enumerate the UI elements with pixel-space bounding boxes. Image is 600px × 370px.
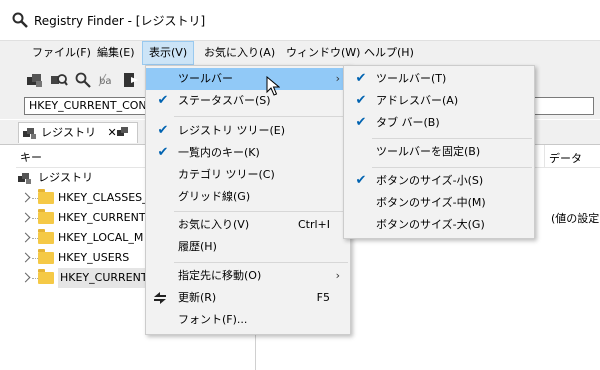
submenu-item-addressbar[interactable]: ✔ アドレスバー(A) — [344, 90, 534, 112]
menu-item-favorites[interactable]: お気に入り(V) Ctrl+I — [146, 214, 350, 236]
folder-icon — [38, 229, 54, 244]
expand-chevron-icon[interactable] — [20, 212, 31, 223]
replace-icon[interactable]: ba — [98, 71, 116, 89]
tab-close-icon[interactable]: ✕ — [108, 126, 117, 139]
find-registry-icon[interactable] — [50, 71, 68, 89]
tree-item-label: HKEY_CURRENT — [58, 268, 150, 288]
menu-item-statusbar[interactable]: ✔ ステータスバー(S) — [146, 90, 350, 112]
registry-icon[interactable] — [26, 71, 44, 89]
menu-favorites[interactable]: お気に入り(A) — [198, 41, 281, 65]
expand-chevron-icon[interactable] — [20, 252, 31, 263]
submenu-arrow-icon: › — [335, 72, 340, 85]
registry-root-icon — [18, 173, 31, 184]
search-icon[interactable] — [74, 71, 92, 89]
tab-label: レジストリ — [41, 126, 96, 139]
export-icon[interactable] — [122, 71, 140, 89]
submenu-item-button-medium[interactable]: ボタンのサイズ-中(M) — [344, 192, 534, 214]
menu-separator — [174, 211, 348, 212]
menu-item-keys-in-list[interactable]: ✔ 一覧内のキー(K) — [146, 142, 350, 164]
submenu-item-button-small[interactable]: ✔ ボタンのサイズ-小(S) — [344, 170, 534, 192]
check-icon: ✔ — [355, 115, 367, 130]
submenu-item-lock-toolbar[interactable]: ツールバーを固定(B) — [344, 141, 534, 163]
magnifier-app-icon — [12, 12, 28, 28]
tree-item-label: HKEY_LOCAL_M — [58, 231, 144, 244]
menu-separator — [174, 262, 348, 263]
expand-chevron-icon[interactable] — [20, 272, 31, 283]
value-default-text: (値の設定 — [551, 212, 600, 225]
view-menu: ツールバー › ✔ ステータスバー(S) ✔ レジストリ ツリー(E) ✔ 一覧… — [145, 65, 351, 335]
tree-item-label: HKEY_USERS — [58, 251, 130, 264]
menu-bar: ファイル(F) 編集(E) 表示(V) お気に入り(A) ウィンドウ(W) ヘル… — [0, 41, 600, 65]
menu-item-font[interactable]: フォント(F)... — [146, 309, 350, 331]
menu-view[interactable]: 表示(V) — [142, 41, 195, 65]
submenu-item-tabbar[interactable]: ✔ タブ バー(B) — [344, 112, 534, 134]
menu-item-history[interactable]: 履歴(H) — [146, 236, 350, 258]
menu-separator — [372, 138, 532, 139]
menu-window[interactable]: ウィンドウ(W) — [280, 41, 366, 65]
tree-item-label: HKEY_CLASSES_ — [58, 191, 148, 204]
menu-item-toolbar[interactable]: ツールバー › — [146, 68, 350, 90]
menu-file[interactable]: ファイル(F) — [26, 41, 97, 65]
expand-chevron-icon[interactable] — [20, 232, 31, 243]
submenu-item-toolbar[interactable]: ✔ ツールバー(T) — [344, 68, 534, 90]
check-icon: ✔ — [157, 93, 169, 108]
toolbar-submenu: ✔ ツールバー(T) ✔ アドレスバー(A) ✔ タブ バー(B) ツールバーを… — [343, 65, 535, 239]
check-icon: ✔ — [355, 173, 367, 188]
folder-icon — [38, 189, 54, 204]
menu-help[interactable]: ヘルプ(H) — [358, 41, 420, 65]
refresh-icon — [154, 292, 166, 304]
menu-separator — [174, 116, 348, 117]
folder-icon — [38, 269, 54, 284]
mouse-cursor-icon — [266, 76, 280, 96]
title-bar: Registry Finder - [レジストリ] — [0, 0, 600, 41]
menu-edit[interactable]: 編集(E) — [91, 41, 141, 65]
column-divider[interactable] — [544, 145, 545, 167]
folder-icon — [38, 249, 54, 264]
check-icon: ✔ — [157, 145, 169, 160]
check-icon: ✔ — [157, 123, 169, 138]
submenu-item-button-large[interactable]: ボタンのサイズ-大(G) — [344, 214, 534, 236]
menu-item-go-to[interactable]: 指定先に移動(O) › — [146, 265, 350, 287]
menu-item-grid-lines[interactable]: グリッド線(G) — [146, 186, 350, 208]
expand-chevron-icon[interactable] — [20, 192, 31, 203]
menu-item-refresh[interactable]: 更新(R) F5 — [146, 287, 350, 309]
tree-item-label: HKEY_CURRENT — [58, 211, 146, 224]
registry-tab-icon — [23, 128, 36, 139]
menu-item-registry-tree[interactable]: ✔ レジストリ ツリー(E) — [146, 120, 350, 142]
menu-separator — [372, 167, 532, 168]
tree-root-label: レジストリ — [38, 171, 93, 184]
check-icon: ✔ — [355, 71, 367, 86]
submenu-arrow-icon: › — [335, 269, 340, 282]
check-icon: ✔ — [355, 93, 367, 108]
key-column-header[interactable]: キー — [20, 149, 42, 165]
data-column-header[interactable]: データ — [549, 150, 582, 166]
menu-item-category-tree[interactable]: カテゴリ ツリー(C) — [146, 164, 350, 186]
window-title: Registry Finder - [レジストリ] — [34, 14, 206, 28]
second-tab-icon[interactable] — [117, 125, 131, 139]
svg-text:ba: ba — [99, 76, 111, 87]
folder-icon — [38, 209, 54, 224]
